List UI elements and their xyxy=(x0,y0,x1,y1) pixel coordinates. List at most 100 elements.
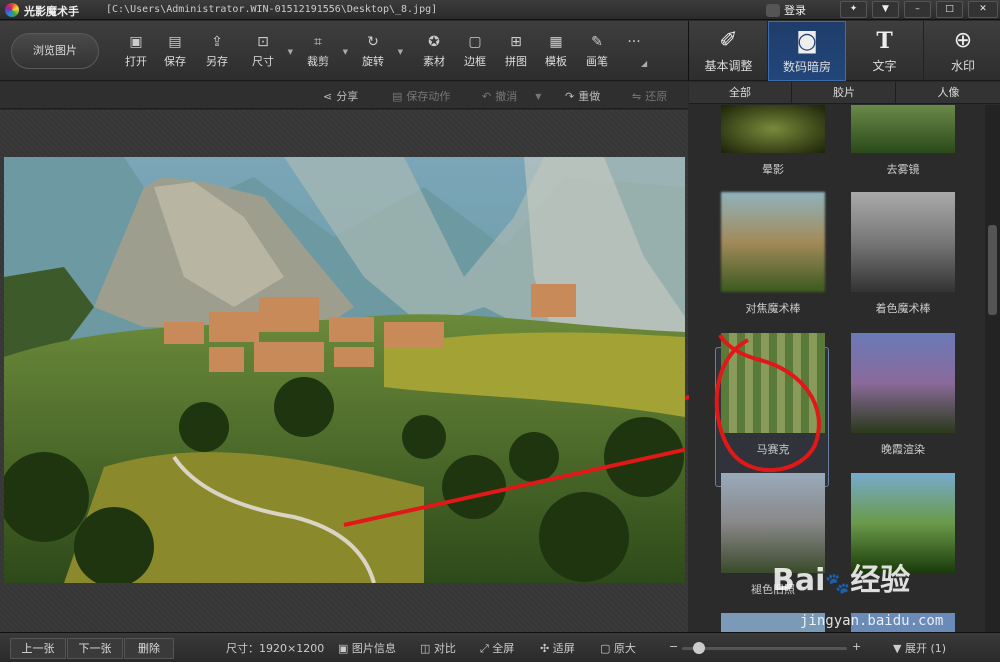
effect-thumb-mosaic[interactable] xyxy=(721,333,825,433)
effect-thumb-dehaze[interactable] xyxy=(851,105,955,153)
effect-label-focus-wand: 对焦魔术棒 xyxy=(745,302,801,315)
fit-icon: ✣ xyxy=(540,642,553,655)
rotate-button[interactable]: ↻ 旋转 ▼ xyxy=(353,34,403,69)
effect-label-vignette: 晕影 xyxy=(762,163,784,176)
browse-images-button[interactable]: 浏览图片 xyxy=(11,33,99,69)
filter-tab-portrait[interactable]: 人像 xyxy=(897,82,1000,104)
darkroom-icon: ◙ xyxy=(796,29,818,54)
resize-icon: ⊡ xyxy=(257,34,269,50)
compare-icon: ◫ xyxy=(420,642,434,655)
app-logo-icon xyxy=(5,3,19,17)
brush-button[interactable]: ✎ 画笔 xyxy=(577,34,617,69)
effect-thumb-sunset[interactable] xyxy=(851,333,955,433)
restore-icon: ⇋ xyxy=(632,89,642,103)
watermark-site: jingyan.baidu.com xyxy=(800,613,944,629)
chevron-down-icon[interactable]: ▼ xyxy=(398,48,403,56)
share-button[interactable]: ⋖ 分享 xyxy=(323,88,358,104)
next-image-button[interactable]: 下一张 xyxy=(67,638,123,659)
material-icon: ✪ xyxy=(428,34,440,50)
zoom-in-icon[interactable]: + xyxy=(852,640,861,653)
menu-dropdown-icon[interactable]: ▼ xyxy=(872,1,899,18)
save-icon: ▤ xyxy=(168,34,182,50)
save-action-button[interactable]: ▤ 保存动作 xyxy=(392,88,450,104)
template-button[interactable]: ▦ 模板 xyxy=(536,34,576,69)
action-bar: ⋖ 分享 ▤ 保存动作 ↶ 撤消 ▼ ↷ 重做 ⇋ 还原 xyxy=(0,82,688,109)
landscape-photo xyxy=(4,157,685,583)
maximize-button[interactable]: □ xyxy=(936,1,963,18)
collage-button[interactable]: ⊞ 拼图 xyxy=(496,34,536,69)
skin-icon[interactable]: ✦ xyxy=(840,1,867,18)
material-button[interactable]: ✪ 素材 xyxy=(414,34,454,69)
effect-label-color-wand: 着色魔术棒 xyxy=(875,302,931,315)
expand-button[interactable]: ▼ 展开 (1) xyxy=(893,640,946,656)
status-bar: 上一张 下一张 删除 尺寸：1920×1200 ▣ 图片信息 ◫ 对比 ⤢ 全屏… xyxy=(0,632,1000,662)
brush-icon: ✎ xyxy=(591,34,603,50)
chevron-down-icon[interactable]: ▼ xyxy=(288,48,293,56)
tab-text[interactable]: T 文字 xyxy=(846,21,924,81)
zoom-slider[interactable] xyxy=(682,642,847,654)
border-button[interactable]: ▢ 边框 xyxy=(455,34,495,69)
tab-digital-darkroom[interactable]: ◙ 数码暗房 xyxy=(768,21,846,81)
effect-thumb-focus-wand[interactable] xyxy=(721,192,825,292)
fit-screen-button[interactable]: ✣ 适屏 xyxy=(540,640,575,656)
filter-tab-all[interactable]: 全部 xyxy=(689,82,792,104)
filter-tab-film[interactable]: 胶片 xyxy=(793,82,896,104)
login-button[interactable]: 登录 xyxy=(766,2,806,18)
effects-panel: 全部 胶片 人像 晕影 去雾镜 对焦魔术棒 着色魔术棒 马赛克 晚霞渲染 褪色旧… xyxy=(689,82,1000,632)
right-panel-tabs: ✐ 基本调整 ◙ 数码暗房 T 文字 ⊕ 水印 xyxy=(688,21,1000,81)
save-as-button[interactable]: ⇪ 另存 xyxy=(197,34,237,69)
undo-button[interactable]: ↶ 撤消 ▼ xyxy=(482,88,541,104)
filter-tabs: 全部 胶片 人像 xyxy=(689,82,1000,104)
close-button[interactable]: ✕ xyxy=(968,1,998,18)
file-path: [C:\Users\Administrator.WIN-01512191556\… xyxy=(106,4,438,15)
fullscreen-button[interactable]: ⤢ 全屏 xyxy=(480,640,514,656)
compare-button[interactable]: ◫ 对比 xyxy=(420,640,456,656)
minimize-button[interactable]: – xyxy=(904,1,931,18)
more-button[interactable]: ··· xyxy=(614,34,654,53)
size-readout: 尺寸：1920×1200 xyxy=(226,642,325,655)
expand-corner-icon[interactable]: ◢ xyxy=(641,59,647,68)
fullscreen-icon: ⤢ xyxy=(480,642,493,655)
share-icon: ⋖ xyxy=(323,89,333,103)
zoom-slider-knob[interactable] xyxy=(692,642,705,654)
redo-button[interactable]: ↷ 重做 xyxy=(565,88,600,104)
tab-basic-adjust[interactable]: ✐ 基本调整 xyxy=(690,21,768,81)
restore-button[interactable]: ⇋ 还原 xyxy=(632,88,667,104)
template-icon: ▦ xyxy=(549,34,563,50)
save-as-icon: ⇪ xyxy=(211,34,223,50)
original-icon: ▢ xyxy=(600,642,614,655)
chevron-down-icon[interactable]: ▼ xyxy=(343,48,348,56)
original-size-button[interactable]: ▢ 原大 xyxy=(600,640,636,656)
main-toolbar: 浏览图片 ▣ 打开 ▤ 保存 ⇪ 另存 ⊡ 尺寸 ▼ ⌗ 裁剪 ▼ ↻ 旋转 ▼ ✪ 素材 ▢ 边框 … xyxy=(0,21,688,81)
text-icon: T xyxy=(876,28,893,54)
app-title: 光影魔术手 xyxy=(24,5,79,18)
effects-scrollbar[interactable] xyxy=(985,105,1000,632)
watermark-icon: ⊕ xyxy=(953,28,973,53)
rotate-icon: ↻ xyxy=(367,34,379,50)
tab-watermark[interactable]: ⊕ 水印 xyxy=(924,21,1000,81)
effect-label-mosaic: 马赛克 xyxy=(756,443,790,456)
open-button[interactable]: ▣ 打开 xyxy=(116,34,156,69)
undo-icon: ↶ xyxy=(482,89,492,103)
save-button[interactable]: ▤ 保存 xyxy=(155,34,195,69)
effect-thumb-color-wand[interactable] xyxy=(851,192,955,292)
scrollbar-thumb[interactable] xyxy=(988,225,997,315)
crop-button[interactable]: ⌗ 裁剪 ▼ xyxy=(298,34,348,69)
adjust-icon: ✐ xyxy=(719,28,738,53)
paw-icon: 🐾 xyxy=(825,571,851,595)
delete-button[interactable]: 删除 xyxy=(124,638,174,659)
chevron-down-icon: ▼ xyxy=(893,642,905,655)
resize-button[interactable]: ⊡ 尺寸 ▼ xyxy=(243,34,293,69)
open-icon: ▣ xyxy=(129,34,143,50)
zoom-out-icon[interactable]: − xyxy=(669,640,678,653)
chevron-down-icon[interactable]: ▼ xyxy=(535,92,541,101)
user-face-icon xyxy=(766,3,780,17)
effect-thumb-vignette[interactable] xyxy=(721,105,825,153)
main-photo[interactable] xyxy=(4,157,685,583)
image-canvas[interactable] xyxy=(0,110,688,632)
baidu-watermark: Bai🐾经验 xyxy=(772,563,911,598)
effects-grid: 晕影 去雾镜 对焦魔术棒 着色魔术棒 马赛克 晚霞渲染 褪色旧照 xyxy=(689,105,985,632)
effect-label-sunset: 晚霞渲染 xyxy=(881,443,925,456)
image-info-button[interactable]: ▣ 图片信息 xyxy=(338,640,396,656)
prev-image-button[interactable]: 上一张 xyxy=(10,638,66,659)
